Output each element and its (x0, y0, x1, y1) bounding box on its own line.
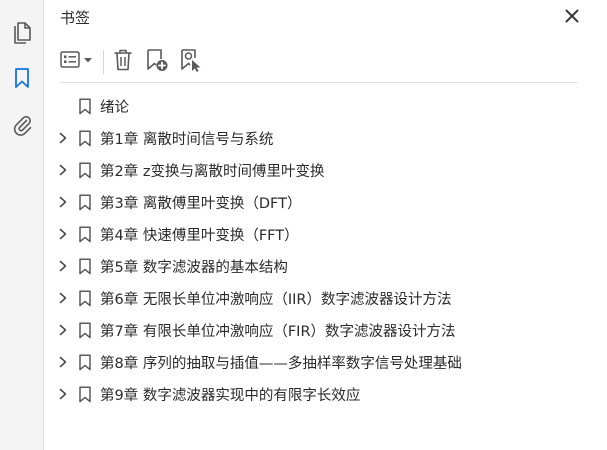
bookmark-icon (78, 130, 92, 147)
bookmark-item[interactable]: 第4章 快速傅里叶变换（FFT） (44, 218, 607, 250)
bookmark-item[interactable]: 第3章 离散傅里叶变换（DFT） (44, 186, 607, 218)
bookmark-item[interactable]: 第9章 数字滤波器实现中的有限字长效应 (44, 378, 607, 410)
navigation-rail (0, 0, 44, 450)
bookmark-options-button[interactable] (58, 48, 98, 76)
bookmark-icon (78, 226, 92, 243)
chevron-right-icon[interactable] (57, 292, 69, 304)
attachment-icon (11, 112, 33, 136)
bookmark-icon (12, 66, 32, 90)
chevron-right-icon[interactable] (57, 324, 69, 336)
bookmarks-app: 书签 绪论 第1章 离散时间信号与系统 第2章 z变换与离散时间傅里叶变换 第3… (0, 0, 607, 450)
bookmark-label: 第3章 离散傅里叶变换（DFT） (100, 196, 302, 212)
bookmark-item[interactable]: 第2章 z变换与离散时间傅里叶变换 (44, 154, 607, 186)
bookmark-toolbar (44, 44, 607, 80)
bookmark-label: 第5章 数字滤波器的基本结构 (100, 260, 288, 276)
bookmarks-button[interactable] (8, 64, 36, 92)
bookmarks-panel: 书签 绪论 第1章 离散时间信号与系统 第2章 z变换与离散时间傅里叶变换 第3… (44, 0, 607, 450)
add-bookmark-icon (144, 47, 170, 77)
pages-icon (11, 20, 33, 44)
close-button[interactable] (563, 8, 581, 26)
delete-bookmark-button[interactable] (110, 48, 136, 76)
close-icon (565, 8, 579, 27)
toolbar-separator (103, 50, 104, 74)
bookmark-item[interactable]: 第8章 序列的抽取与插值——多抽样率数字信号处理基础 (44, 346, 607, 378)
chevron-right-icon[interactable] (57, 132, 69, 144)
bookmark-label: 第6章 无限长单位冲激响应（IIR）数字滤波器设计方法 (100, 292, 452, 308)
bookmark-label: 第7章 有限长单位冲激响应（FIR）数字滤波器设计方法 (100, 324, 456, 340)
attachments-button[interactable] (8, 110, 36, 138)
bookmark-item[interactable]: 绪论 (44, 90, 607, 122)
bookmark-icon (78, 194, 92, 211)
delete-icon (112, 48, 134, 76)
bookmark-label: 第1章 离散时间信号与系统 (100, 132, 274, 148)
bookmark-icon (78, 290, 92, 307)
panel-title: 书签 (60, 9, 91, 27)
bookmark-icon (78, 386, 92, 403)
bookmark-icon (78, 162, 92, 179)
bookmark-label: 第8章 序列的抽取与插值——多抽样率数字信号处理基础 (100, 356, 462, 372)
bookmark-icon (78, 322, 92, 339)
find-bookmark-button[interactable] (177, 48, 205, 76)
bookmark-icon (78, 258, 92, 275)
bookmark-item[interactable]: 第1章 离散时间信号与系统 (44, 122, 607, 154)
chevron-right-icon[interactable] (57, 196, 69, 208)
bookmark-item[interactable]: 第7章 有限长单位冲激响应（FIR）数字滤波器设计方法 (44, 314, 607, 346)
bookmark-icon (78, 98, 92, 115)
bookmark-label: 第2章 z变换与离散时间傅里叶变换 (100, 164, 325, 180)
chevron-right-icon[interactable] (57, 260, 69, 272)
toolbar-divider (60, 82, 578, 83)
bookmark-label: 第4章 快速傅里叶变换（FFT） (100, 228, 299, 244)
add-bookmark-button[interactable] (143, 48, 171, 76)
bookmark-label: 绪论 (100, 100, 129, 116)
panel-header: 书签 (44, 0, 607, 36)
chevron-right-icon[interactable] (57, 356, 69, 368)
chevron-right-icon[interactable] (57, 388, 69, 400)
bookmark-options-icon (59, 50, 97, 74)
find-bookmark-icon (178, 47, 204, 77)
bookmark-icon (78, 354, 92, 371)
bookmark-label: 第9章 数字滤波器实现中的有限字长效应 (100, 388, 361, 404)
bookmark-item[interactable]: 第6章 无限长单位冲激响应（IIR）数字滤波器设计方法 (44, 282, 607, 314)
bookmark-item[interactable]: 第5章 数字滤波器的基本结构 (44, 250, 607, 282)
chevron-right-icon[interactable] (57, 164, 69, 176)
pages-button[interactable] (8, 18, 36, 46)
chevron-right-icon[interactable] (57, 228, 69, 240)
bookmark-tree: 绪论第1章 离散时间信号与系统第2章 z变换与离散时间傅里叶变换 第3章 离散傅里… (44, 90, 607, 410)
